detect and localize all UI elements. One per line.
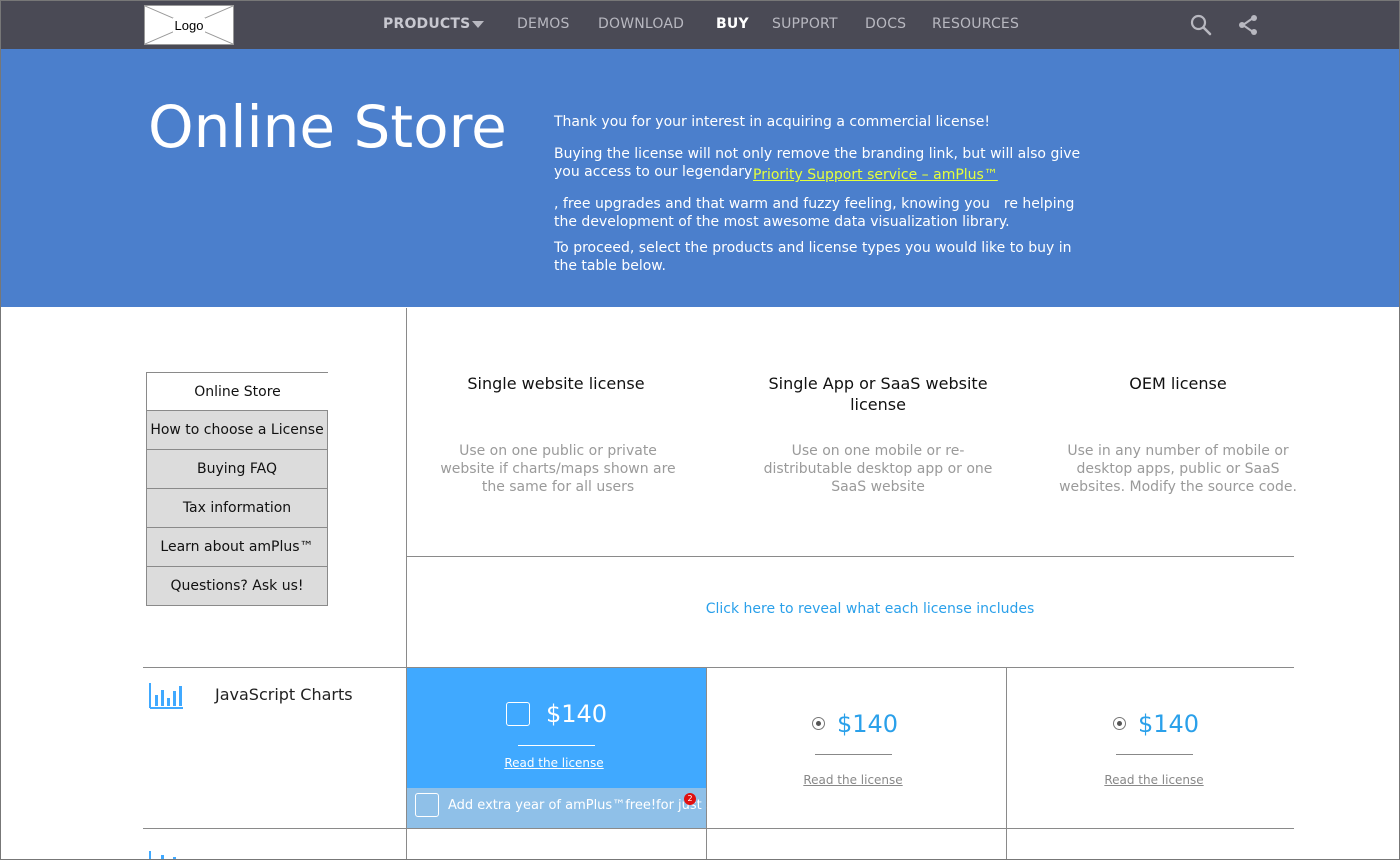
- table-divider: [407, 556, 1294, 557]
- reveal-license-details-link[interactable]: Click here to reveal what each license i…: [407, 601, 1333, 617]
- license-radio-oem[interactable]: [1113, 717, 1126, 730]
- price-oem: $140: [1138, 710, 1200, 738]
- hero-paragraph-1: Thank you for your interest in acquiring…: [554, 114, 991, 130]
- price-underline: [518, 745, 595, 746]
- nav-docs[interactable]: DOCS: [865, 16, 906, 32]
- nav-buy[interactable]: BUY: [716, 16, 749, 32]
- bar-chart-icon: [149, 683, 183, 709]
- side-item-amplus[interactable]: Learn about amPlus™: [146, 528, 328, 567]
- search-icon[interactable]: [1189, 13, 1213, 37]
- nav-support[interactable]: SUPPORT: [772, 16, 838, 32]
- product-checkbox[interactable]: [506, 702, 530, 726]
- chart-icon: [149, 851, 176, 859]
- hero-paragraph-4: To proceed, select the products and lice…: [554, 240, 1072, 274]
- read-license-link[interactable]: Read the license: [1054, 773, 1254, 787]
- license-title-oem: OEM license: [1129, 374, 1227, 393]
- page-title: Online Store: [148, 93, 507, 161]
- side-item-online-store[interactable]: Online Store: [146, 372, 328, 411]
- side-menu: Online Store How to choose a License Buy…: [146, 372, 328, 606]
- side-item-buying-faq[interactable]: Buying FAQ: [146, 450, 328, 489]
- table-divider: [706, 668, 707, 859]
- nav-resources[interactable]: RESOURCES: [932, 16, 1019, 32]
- browser-frame: Logo PRODUCTS DEMOS DOWNLOAD BUY SUPPORT…: [0, 0, 1400, 860]
- nav-products[interactable]: PRODUCTS: [383, 16, 470, 32]
- table-divider: [1006, 668, 1007, 859]
- nav-download[interactable]: DOWNLOAD: [598, 16, 684, 32]
- product-name: JavaScript Charts: [215, 685, 353, 704]
- price-single-website: $140: [546, 700, 608, 728]
- read-license-link[interactable]: Read the license: [407, 756, 701, 770]
- table-divider: [143, 828, 1294, 829]
- license-desc-oem: Use in any number of mobile or desktop a…: [1059, 443, 1297, 495]
- hero-banner: Online Store Thank you for your interest…: [1, 49, 1399, 307]
- license-desc-single-website: Use on one public or private website if …: [440, 443, 676, 495]
- chevron-down-icon[interactable]: [472, 21, 484, 28]
- side-item-choose-license[interactable]: How to choose a License: [146, 411, 328, 450]
- nav-demos[interactable]: DEMOS: [517, 16, 570, 32]
- price-cell-selected[interactable]: [407, 668, 706, 788]
- logo-label: Logo: [172, 17, 206, 33]
- top-nav: Logo PRODUCTS DEMOS DOWNLOAD BUY SUPPORT…: [1, 1, 1399, 49]
- priority-support-link[interactable]: Priority Support service – amPlus™: [753, 167, 998, 183]
- hero-paragraph-3: , free upgrades and that warm and fuzzy …: [554, 196, 1075, 230]
- read-license-link[interactable]: Read the license: [753, 773, 953, 787]
- side-item-tax-information[interactable]: Tax information: [146, 489, 328, 528]
- table-divider: [143, 667, 1294, 668]
- side-item-questions[interactable]: Questions? Ask us!: [146, 567, 328, 606]
- license-desc-single-app: Use on one mobile or re-distributable de…: [763, 443, 993, 495]
- license-title-single-website: Single website license: [467, 374, 645, 393]
- share-icon[interactable]: [1236, 13, 1260, 37]
- license-radio-single-app[interactable]: [812, 717, 825, 730]
- logo-placeholder[interactable]: Logo: [144, 5, 234, 45]
- price-underline: [1116, 754, 1193, 755]
- price-underline: [815, 754, 892, 755]
- license-title-single-app: Single App or SaaS website license: [768, 374, 988, 414]
- addon-checkbox[interactable]: [415, 793, 439, 817]
- notification-badge: 2: [684, 793, 696, 805]
- price-single-app: $140: [837, 710, 899, 738]
